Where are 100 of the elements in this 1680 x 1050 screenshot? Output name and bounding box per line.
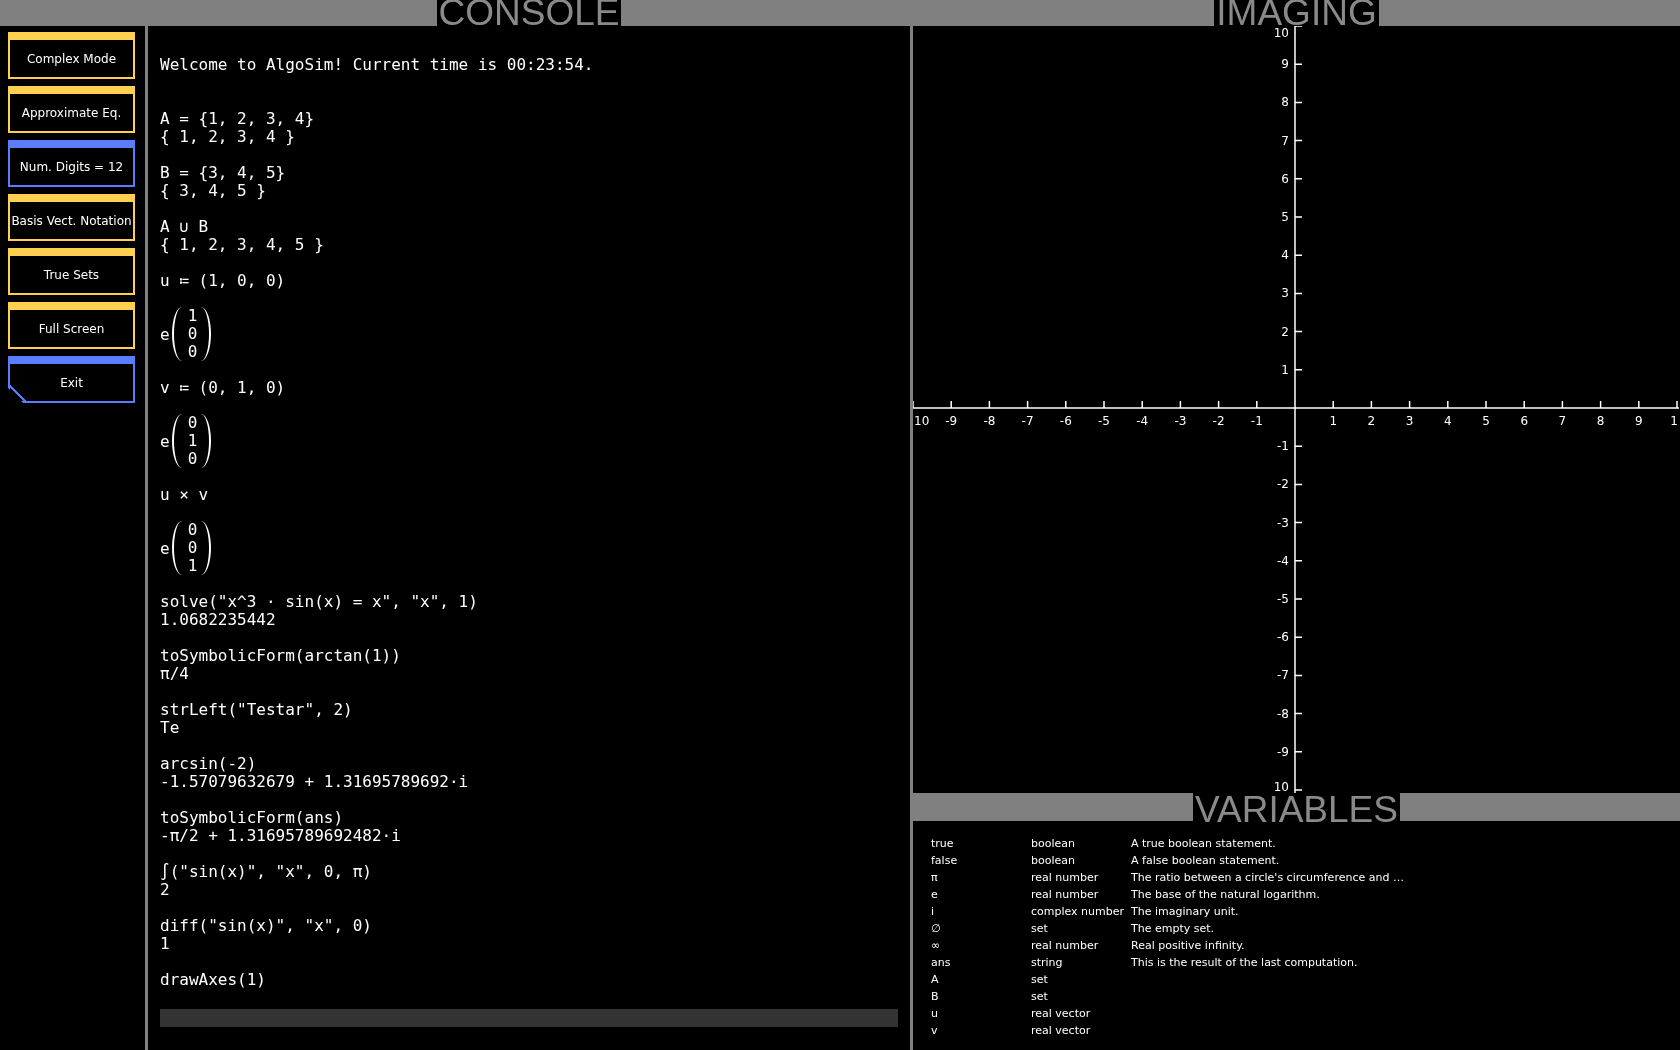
axis-tick-label: 5 bbox=[1281, 210, 1289, 224]
variable-name: B bbox=[931, 989, 940, 1005]
vector-component: 0 bbox=[187, 521, 198, 539]
command-line: toSymbolicForm(arctan(1)) bbox=[160, 647, 402, 665]
variable-type: boolean bbox=[1031, 853, 1076, 869]
command-line: arcsin(-2) bbox=[160, 755, 258, 773]
axis-tick-label: 3 bbox=[1281, 286, 1289, 301]
command-line: A ∪ B bbox=[160, 218, 210, 236]
axis-tick-label: 10 bbox=[1273, 26, 1289, 40]
axis-tick-label: -9 bbox=[945, 414, 958, 428]
axis-tick-label: -6 bbox=[1059, 414, 1072, 428]
option-button[interactable]: Num. Digits = 12 bbox=[8, 140, 135, 187]
axis-tick-label: -7 bbox=[1021, 414, 1034, 428]
axis-tick-label: 7 bbox=[1558, 414, 1567, 428]
axis-tick-label: 9 bbox=[1635, 414, 1643, 428]
result-line: { 3, 4, 5 } bbox=[160, 182, 267, 200]
command-line: diff("sin(x)", "x", 0) bbox=[160, 917, 373, 935]
variable-description: The imaginary unit. bbox=[1131, 904, 1239, 920]
vector-component: 1 bbox=[187, 432, 198, 450]
axis-tick-label: 10 bbox=[1273, 780, 1289, 793]
variable-name: A bbox=[931, 972, 940, 988]
axis-tick-label: -3 bbox=[1277, 515, 1289, 530]
axis-tick-label: -3 bbox=[1174, 414, 1187, 428]
variable-description: A false boolean statement. bbox=[1131, 853, 1280, 869]
axis-tick-label: -4 bbox=[1277, 553, 1289, 568]
variable-name: ∞ bbox=[931, 938, 942, 954]
axis-tick-label: 1 bbox=[1670, 414, 1678, 428]
axis-tick-label: 4 bbox=[1281, 248, 1289, 263]
axis-tick-label: 3 bbox=[1405, 414, 1414, 428]
welcome-message: Welcome to AlgoSim! Current time is 00:23:54. bbox=[160, 56, 595, 74]
variable-type: real number bbox=[1031, 938, 1100, 954]
basis-symbol: e bbox=[160, 324, 170, 344]
result-line: 2 bbox=[160, 881, 171, 899]
variable-type: set bbox=[1031, 989, 1049, 1005]
command-line: solve("x^3 · sin(x) = x", "x", 1) bbox=[160, 593, 479, 611]
axis-tick-label: -1 bbox=[1250, 414, 1263, 428]
axis-tick-label: 2 bbox=[1367, 414, 1376, 428]
variable-name: ∅ bbox=[931, 921, 942, 937]
axis-tick-label: 4 bbox=[1444, 414, 1452, 428]
axis-tick-label: 6 bbox=[1520, 414, 1528, 428]
vector-component: 0 bbox=[187, 414, 198, 432]
variable-type: boolean bbox=[1031, 836, 1076, 852]
variable-description: The empty set. bbox=[1131, 921, 1215, 937]
option-button[interactable]: Complex Mode bbox=[8, 32, 135, 79]
axis-tick-label: 6 bbox=[1281, 171, 1289, 186]
vector-component: 0 bbox=[187, 325, 198, 343]
axis-tick-label: -5 bbox=[1098, 414, 1110, 428]
variable-name: ans bbox=[931, 955, 952, 971]
axis-tick-label: -6 bbox=[1277, 630, 1289, 645]
option-button[interactable]: True Sets bbox=[8, 248, 135, 295]
vector-component: 1 bbox=[187, 557, 198, 575]
axis-tick-label: -8 bbox=[983, 414, 996, 428]
result-line: 1 bbox=[160, 935, 171, 953]
axis-tick-label: 1 bbox=[1281, 362, 1289, 377]
axis-tick-label: -5 bbox=[1277, 592, 1289, 606]
axis-tick-label: -8 bbox=[1277, 706, 1289, 721]
variable-description: A true boolean statement. bbox=[1131, 836, 1276, 852]
result-line: Te bbox=[160, 719, 181, 737]
variable-type: set bbox=[1031, 972, 1049, 988]
variable-type: real number bbox=[1031, 887, 1100, 903]
axis-tick-label: -4 bbox=[1136, 414, 1149, 428]
option-button[interactable]: Basis Vect. Notation bbox=[8, 194, 135, 241]
result-line: 1.0682235442 bbox=[160, 611, 277, 629]
axis-tick-label: -1 bbox=[1277, 439, 1289, 454]
vector-component: 0 bbox=[187, 450, 198, 468]
axis-tick-label: 9 bbox=[1281, 57, 1289, 72]
command-line: v ≔ (0, 1, 0) bbox=[160, 379, 287, 397]
basis-symbol: e bbox=[160, 431, 170, 451]
command-line: u × v bbox=[160, 486, 210, 504]
variable-description: The ratio between a circle's circumference and … bbox=[1131, 870, 1404, 886]
vector-component: 0 bbox=[187, 343, 198, 361]
option-button[interactable]: Approximate Eq. bbox=[8, 86, 135, 133]
variable-name: u bbox=[931, 1006, 939, 1022]
variable-name: i bbox=[931, 904, 936, 920]
panel-title: VARIABLES bbox=[1193, 793, 1400, 821]
basis-symbol: e bbox=[160, 538, 170, 558]
variable-name: v bbox=[931, 1023, 939, 1039]
variable-description: Real positive infinity. bbox=[1131, 938, 1245, 954]
command-line: ∫("sin(x)", "x", 0, π) bbox=[160, 863, 373, 881]
command-line: toSymbolicForm(ans) bbox=[160, 809, 345, 827]
variable-type: real vector bbox=[1031, 1023, 1092, 1039]
command-line: u ≔ (1, 0, 0) bbox=[160, 272, 287, 290]
variable-type: string bbox=[1031, 955, 1064, 971]
axis-tick-label: 8 bbox=[1596, 414, 1605, 428]
variable-name: false bbox=[931, 853, 959, 869]
variable-description: This is the result of the last computation. bbox=[1131, 955, 1358, 971]
option-button[interactable]: Full Screen bbox=[8, 302, 135, 349]
axis-tick-label: 7 bbox=[1281, 133, 1289, 148]
axis-tick-label: 1 bbox=[1329, 414, 1337, 428]
axis-tick-label: 10 bbox=[914, 414, 930, 428]
result-line: { 1, 2, 3, 4 } bbox=[160, 128, 295, 146]
variable-type: complex number bbox=[1031, 904, 1126, 920]
axis-tick-label: 8 bbox=[1281, 95, 1289, 110]
result-line: π/4 bbox=[160, 665, 190, 683]
exit-button[interactable]: Exit bbox=[8, 356, 135, 403]
axis-tick-label: -2 bbox=[1212, 414, 1225, 428]
variable-name: true bbox=[931, 836, 955, 852]
command-input-field[interactable] bbox=[160, 1009, 898, 1027]
command-line: drawAxes(1) bbox=[160, 971, 267, 989]
variable-name: π bbox=[931, 870, 939, 886]
